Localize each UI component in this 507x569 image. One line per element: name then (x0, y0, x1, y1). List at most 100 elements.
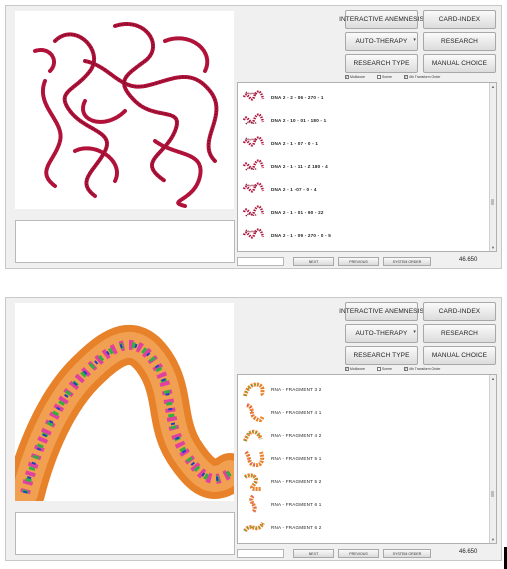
auto-therapy-label: AUTO-THERAPY (355, 330, 408, 337)
scroll-thumb[interactable] (491, 491, 494, 497)
list-item-label: RNA - FRAGMENT 5 2 (271, 478, 322, 484)
list-item-label: DNA 2 - 1 - 11 - Z 180 - 4 (271, 163, 328, 169)
notes-box[interactable] (15, 512, 235, 555)
manual-choice-button[interactable]: MANUAL CHOICE (423, 54, 496, 73)
multizone-label: Multizone (350, 75, 365, 79)
rna-list[interactable]: RNA - FRAGMENT 3 2 RNA - FRAGMENT 4 1 RN… (237, 374, 497, 544)
multizone-checkbox[interactable]: ✓ Multizone (345, 75, 365, 79)
list-item[interactable]: RNA - FRAGMENT 6 1 (241, 493, 321, 515)
list-item[interactable]: DNA 2 - 1 - 01 - 90 - 22 (241, 201, 324, 223)
scroll-up-icon[interactable]: ▲ (491, 84, 495, 89)
manual-choice-button[interactable]: MANUAL CHOICE (423, 346, 496, 365)
list-item[interactable]: RNA - FRAGMENT 4 1 (241, 401, 321, 423)
list-item-label: RNA - FRAGMENT 6 2 (271, 524, 322, 530)
checkbox-checked-icon: ✓ (345, 74, 349, 79)
interactive-anamnesis-button[interactable]: INTERACTIVE ANEMNESIS (339, 10, 424, 29)
checkbox-checked-icon: ✓ (403, 74, 408, 79)
list-item[interactable]: DNA 2 - 1 - 09 - 270 - 0 - 5 (241, 224, 331, 246)
list-item[interactable]: RNA - FRAGMENT 4 2 (241, 424, 321, 446)
list-item-label: DNA 2 - 1 - 07 - 0 - 1 (271, 140, 319, 146)
auto-therapy-button[interactable]: AUTO-THERAPY ▾ (345, 324, 418, 343)
system-order-button[interactable]: SYSTEM ORDER (383, 257, 431, 266)
transform-order-checkbox[interactable]: ✓ 4th Transform Order (403, 74, 441, 79)
scroll-thumb[interactable] (491, 199, 494, 205)
scroll-down-icon[interactable]: ▼ (491, 537, 495, 542)
previous-button[interactable]: PREVIOUS (338, 257, 379, 266)
previous-button[interactable]: PREVIOUS (338, 549, 379, 558)
research-type-button[interactable]: RESEARCH TYPE (345, 54, 418, 73)
dna-thumbnail-icon (242, 113, 265, 125)
list-item[interactable]: RNA - FRAGMENT 5 2 (241, 470, 321, 492)
list-item[interactable]: DNA 2 - 10 - 01 - 180 - 1 (241, 109, 326, 131)
dna-thumbnail-icon (242, 228, 265, 239)
rna-3d-viewer[interactable] (15, 303, 234, 501)
multizone-checkbox[interactable]: ✓ Multizone (345, 367, 365, 371)
scene-label: Scene (381, 367, 392, 371)
dropdown-arrow-icon[interactable]: ▾ (413, 329, 416, 335)
dna-thumbnail-icon (242, 182, 265, 193)
dna-list[interactable]: DNA 2 - 2 - 06 - 270 - 1 DNA 2 - 10 - 01… (237, 82, 497, 252)
list-item-label: RNA - FRAGMENT 6 1 (271, 501, 322, 507)
list-item-label: DNA 2 - 1 - 09 - 270 - 0 - 5 (271, 232, 332, 238)
list-item[interactable]: DNA 2 - 1 -07 - 0 - 4 (241, 178, 317, 200)
rna-thumbnail-icon (246, 403, 265, 422)
value-readout: 46.650 (459, 549, 478, 555)
rna-molecule-image (15, 325, 234, 501)
auto-therapy-label: AUTO-THERAPY (355, 38, 408, 45)
transform-order-label: 4th Transform Order (408, 367, 441, 371)
research-type-button[interactable]: RESEARCH TYPE (345, 346, 418, 365)
dna-thumbnail-icon (242, 205, 265, 217)
scroll-down-icon[interactable]: ▼ (491, 245, 495, 250)
checkbox-checked-icon: ✓ (345, 366, 349, 371)
list-scrollbar[interactable]: ▲ ▼ (489, 375, 496, 543)
card-index-button[interactable]: CARD-INDEX (423, 302, 496, 321)
list-item-label: RNA - FRAGMENT 5 1 (271, 455, 322, 461)
list-item-label: DNA 2 - 1 - 01 - 90 - 22 (271, 209, 324, 215)
rna-thumbnail-icon (243, 382, 265, 397)
list-item[interactable]: RNA - FRAGMENT 3 2 (241, 378, 321, 400)
rna-thumbnail-icon (243, 429, 263, 442)
system-order-button[interactable]: SYSTEM ORDER (383, 549, 431, 558)
dna-3d-viewer[interactable] (15, 11, 234, 209)
list-item[interactable]: RNA - FRAGMENT 6 2 (241, 516, 321, 538)
rna-thumbnail-icon (243, 521, 265, 533)
dna-molecule-image (33, 22, 219, 208)
research-button[interactable]: RESEARCH (423, 324, 496, 343)
interactive-anamnesis-button[interactable]: INTERACTIVE ANEMNESIS (339, 302, 424, 321)
dna-thumbnail-icon (242, 90, 265, 101)
list-item[interactable]: DNA 2 - 1 - 07 - 0 - 1 (241, 132, 318, 154)
scene-label: Scene (381, 75, 392, 79)
transform-order-checkbox[interactable]: ✓ 4th Transform Order (403, 367, 441, 371)
card-index-button[interactable]: CARD-INDEX (423, 10, 496, 29)
next-button[interactable]: NEXT (293, 257, 334, 266)
rna-thumbnail-icon (244, 450, 265, 468)
transform-order-label: 4th Transform Order (408, 75, 441, 79)
next-button[interactable]: NEXT (293, 549, 334, 558)
value-readout: 46.650 (459, 257, 478, 263)
list-scrollbar[interactable]: ▲ ▼ (489, 83, 496, 251)
list-item-label: RNA - FRAGMENT 4 2 (271, 432, 322, 438)
dna-thumbnail-icon (242, 159, 265, 171)
rna-thumbnail-icon (243, 473, 262, 491)
rna-panel: INTERACTIVE ANEMNESIS CARD-INDEX AUTO-TH… (5, 297, 502, 561)
list-item-label: DNA 2 - 10 - 01 - 180 - 1 (271, 117, 327, 123)
notes-box[interactable] (15, 220, 235, 263)
options-row: ✓ Multizone Scene ✓ 4th Transform Order (345, 365, 449, 373)
multizone-label: Multizone (350, 367, 365, 371)
rna-thumbnail-icon (249, 494, 257, 514)
research-button[interactable]: RESEARCH (423, 32, 496, 51)
list-item[interactable]: RNA - FRAGMENT 5 1 (241, 447, 321, 469)
list-item-label: RNA - FRAGMENT 4 1 (271, 409, 322, 415)
dna-thumbnail-icon (242, 136, 265, 147)
list-item[interactable]: DNA 2 - 2 - 06 - 270 - 1 (241, 86, 324, 108)
scene-checkbox[interactable]: Scene (376, 75, 392, 79)
auto-therapy-button[interactable]: AUTO-THERAPY ▾ (345, 32, 418, 51)
scroll-up-icon[interactable]: ▲ (491, 376, 495, 381)
list-item-label: RNA - FRAGMENT 3 2 (271, 386, 322, 392)
scene-checkbox[interactable]: Scene (376, 367, 392, 371)
dropdown-arrow-icon[interactable]: ▾ (413, 37, 416, 43)
search-field[interactable] (237, 257, 284, 266)
list-item[interactable]: DNA 2 - 1 - 11 - Z 180 - 4 (241, 155, 328, 177)
search-field[interactable] (237, 549, 284, 558)
options-row: ✓ Multizone Scene ✓ 4th Transform Order (345, 73, 449, 81)
